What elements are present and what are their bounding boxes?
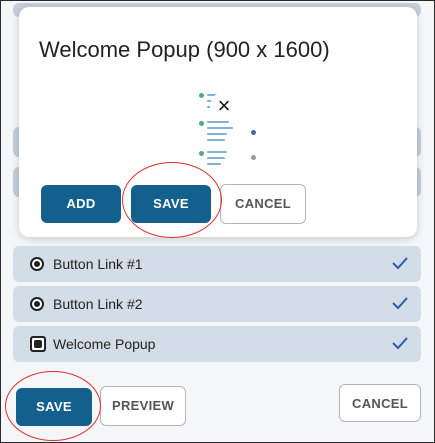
- check-icon: [392, 337, 408, 350]
- footer-cancel-button[interactable]: CANCEL: [339, 384, 421, 422]
- check-icon: [392, 297, 408, 310]
- close-icon[interactable]: ×: [210, 92, 238, 120]
- check-icon: [392, 257, 408, 270]
- add-button[interactable]: ADD: [41, 185, 121, 223]
- app-frame: Welcome Popup (900 x 1600) × ADD SAVE CA…: [0, 0, 435, 443]
- list-item-button-link-2[interactable]: Button Link #2: [13, 286, 421, 322]
- list-item-label: Button Link #1: [53, 256, 143, 272]
- modal-title: Welcome Popup (900 x 1600): [39, 37, 330, 62]
- popup-square-icon[interactable]: [30, 336, 46, 352]
- cancel-button[interactable]: CANCEL: [220, 184, 306, 224]
- list-item-welcome-popup[interactable]: Welcome Popup: [13, 326, 421, 362]
- footer-save-button[interactable]: SAVE: [16, 388, 92, 426]
- list-item-label: Welcome Popup: [53, 336, 156, 352]
- radio-selected-icon[interactable]: [30, 257, 44, 271]
- preview-button[interactable]: PREVIEW: [100, 386, 186, 426]
- welcome-popup-modal: Welcome Popup (900 x 1600) × ADD SAVE CA…: [19, 7, 417, 237]
- list-item-label: Button Link #2: [53, 296, 143, 312]
- list-item-button-link-1[interactable]: Button Link #1: [13, 246, 421, 282]
- radio-selected-icon[interactable]: [30, 297, 44, 311]
- save-button[interactable]: SAVE: [131, 185, 211, 223]
